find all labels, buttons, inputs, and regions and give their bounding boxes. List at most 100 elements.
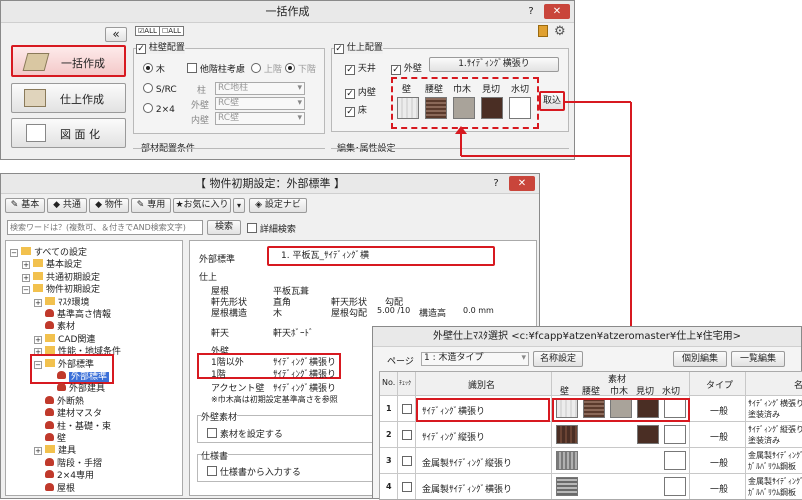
drawing-button[interactable]: 図 面 化: [11, 118, 126, 148]
tree-item[interactable]: − 外部標準: [30, 353, 114, 384]
finish-checkbox[interactable]: ✓ 仕上配置: [334, 40, 383, 54]
row-material-swatch[interactable]: [610, 425, 632, 444]
close-button[interactable]: ✕: [544, 4, 570, 19]
swatch-trim[interactable]: [481, 97, 503, 119]
row-checkbox[interactable]: [402, 482, 412, 492]
search-input[interactable]: [7, 220, 203, 235]
floor-checkbox[interactable]: ✓ 床: [345, 103, 367, 117]
row-material-swatch[interactable]: [583, 451, 605, 470]
swatch-baseboard[interactable]: [453, 97, 475, 119]
tree-item[interactable]: − 物件初期設定: [22, 282, 100, 295]
table-row[interactable]: 2 ｻｲﾃﾞｨﾝｸﾞ縦張り 一般 ｻｲﾃﾞｨﾝｸﾞ縦張り 塗装済み: [380, 422, 802, 448]
row-material-swatch[interactable]: [637, 425, 659, 444]
finish-create-button[interactable]: 仕上作成: [11, 83, 126, 113]
expand-icon[interactable]: +: [34, 447, 42, 456]
exterior-finish-button[interactable]: 1.ｻｲﾃﾞｨﾝｸﾞ横張り: [429, 57, 559, 72]
close-button[interactable]: ✕: [509, 176, 535, 191]
tree-item[interactable]: + 共通初期設定: [22, 270, 100, 283]
setting-navi-button[interactable]: ◈ 設定ナビ: [249, 198, 307, 213]
tree-item[interactable]: 素材: [34, 319, 75, 332]
tree-item[interactable]: 建材マスタ: [34, 406, 102, 419]
bulk-create-button[interactable]: 一括作成: [11, 45, 126, 77]
row-material-swatch[interactable]: [556, 425, 578, 444]
swatch-waist[interactable]: [425, 97, 447, 119]
expand-icon[interactable]: +: [34, 298, 42, 307]
expand-icon[interactable]: +: [34, 335, 42, 344]
lock-icon[interactable]: [538, 25, 548, 37]
bulk-edit-button[interactable]: 一覧編集: [731, 351, 785, 367]
pillar-select[interactable]: RC地柱: [215, 82, 305, 95]
expand-icon[interactable]: +: [22, 261, 30, 270]
other-floor-checkbox[interactable]: 他階柱考慮: [187, 62, 245, 75]
tree-item[interactable]: 外断熱: [34, 394, 84, 407]
help-button[interactable]: ?: [487, 176, 505, 191]
toolbar-common[interactable]: ◆ 共通: [47, 198, 87, 213]
import-button[interactable]: 取込: [539, 91, 565, 111]
row-material-swatch[interactable]: [556, 477, 578, 496]
individual-edit-button[interactable]: 個別編集: [673, 351, 727, 367]
tree-item[interactable]: 屋根: [34, 481, 75, 494]
outer-wall-select[interactable]: RC壁: [215, 97, 305, 110]
radio-upper[interactable]: 上階: [251, 62, 282, 75]
swatch-wall[interactable]: [397, 97, 419, 119]
tree-item[interactable]: + ﾏｽﾀ環境: [34, 295, 90, 308]
row-material-swatch[interactable]: [583, 425, 605, 444]
interior-checkbox[interactable]: ✓ 内壁: [345, 85, 376, 99]
row-material-swatch[interactable]: [637, 477, 659, 496]
radio-lower[interactable]: 下階: [285, 62, 316, 75]
tree-item[interactable]: 柱・基礎・束: [34, 419, 111, 432]
radio-src[interactable]: S/RC: [143, 83, 177, 95]
collapse-button[interactable]: «: [105, 27, 127, 42]
table-row[interactable]: 4 金属製ｻｲﾃﾞｨﾝｸﾞ横張り 一般 金属製ｻｲﾃﾞｨﾝｸﾞ横 ｶﾞﾙﾊﾞﾘｳﾑ鋼板: [380, 474, 802, 499]
ceiling-checkbox[interactable]: ✓ 天井: [345, 61, 376, 75]
row-checkbox[interactable]: [402, 456, 412, 466]
tree-item[interactable]: − すべての設定: [10, 245, 87, 258]
tree-item[interactable]: 外部標準: [46, 369, 110, 382]
page-select[interactable]: 1 : 木造タイプ: [421, 352, 529, 366]
row-material-swatch[interactable]: [637, 451, 659, 470]
tree-item[interactable]: 外部建具: [46, 381, 105, 394]
row-material-swatch[interactable]: [664, 451, 686, 470]
row-material-swatch[interactable]: [556, 451, 578, 470]
table-row[interactable]: 3 金属製ｻｲﾃﾞｨﾝｸﾞ縦張り 一般 金属製ｻｲﾃﾞｨﾝｸﾞ縦 ｶﾞﾙﾊﾞﾘｳﾑ鋼板: [380, 448, 802, 474]
row-material-swatch[interactable]: [610, 477, 632, 496]
radio-wood[interactable]: 木: [143, 62, 165, 75]
tree-item[interactable]: + CAD関連: [34, 332, 95, 345]
inner-wall-select[interactable]: RC壁: [215, 112, 305, 125]
radio-2x4[interactable]: 2×4: [143, 103, 175, 115]
tree-item[interactable]: 壁: [34, 431, 66, 444]
help-button[interactable]: ?: [522, 4, 540, 19]
gear-icon[interactable]: ⚙: [554, 24, 566, 39]
row-material-swatch[interactable]: [583, 477, 605, 496]
tree-item[interactable]: + 基本設定: [22, 257, 82, 270]
row-checkbox[interactable]: [402, 404, 412, 414]
name-setting-button[interactable]: 名称設定: [533, 351, 583, 367]
tree-item[interactable]: 基準高さ情報: [34, 307, 111, 320]
collapse-icon[interactable]: −: [22, 286, 30, 295]
toolbar-basic[interactable]: ✎ 基本: [5, 198, 45, 213]
spec-checkbox[interactable]: 仕様書から入力する: [207, 465, 301, 478]
expand-icon[interactable]: +: [22, 273, 30, 282]
tree-item[interactable]: + 建具: [34, 443, 76, 456]
toolbar-dropdown[interactable]: ▾: [233, 198, 245, 213]
toolbar-favorites[interactable]: ★お気に入り: [173, 198, 231, 213]
material-checkbox[interactable]: 素材を設定する: [207, 427, 283, 440]
row-material-swatch[interactable]: [664, 425, 686, 444]
check-all-button[interactable]: ☑ALL: [135, 26, 160, 36]
search-button[interactable]: 検索: [207, 220, 241, 235]
toolbar-property[interactable]: ◆ 物件: [89, 198, 129, 213]
exterior-standard-button[interactable]: 1. 平板瓦_ｻｲﾃﾞｨﾝｸﾞ横: [267, 246, 495, 266]
exterior-checkbox[interactable]: ✓ 外壁: [391, 61, 422, 75]
row-material-swatch[interactable]: [610, 451, 632, 470]
uncheck-all-button[interactable]: ☐ALL: [159, 26, 184, 36]
detail-search-checkbox[interactable]: 詳細検索: [247, 222, 296, 235]
swatch-drip[interactable]: [509, 97, 531, 119]
tree-item[interactable]: 階段・手摺: [34, 456, 102, 469]
collapse-icon[interactable]: −: [10, 249, 18, 257]
setting-icon: [45, 482, 54, 491]
row-checkbox[interactable]: [402, 430, 412, 440]
tree-item[interactable]: 2×4専用: [34, 468, 94, 481]
row-material-swatch[interactable]: [664, 477, 686, 496]
column-wall-checkbox[interactable]: ✓ 柱壁配置: [136, 40, 185, 54]
toolbar-dedicated[interactable]: ✎ 専用: [131, 198, 171, 213]
